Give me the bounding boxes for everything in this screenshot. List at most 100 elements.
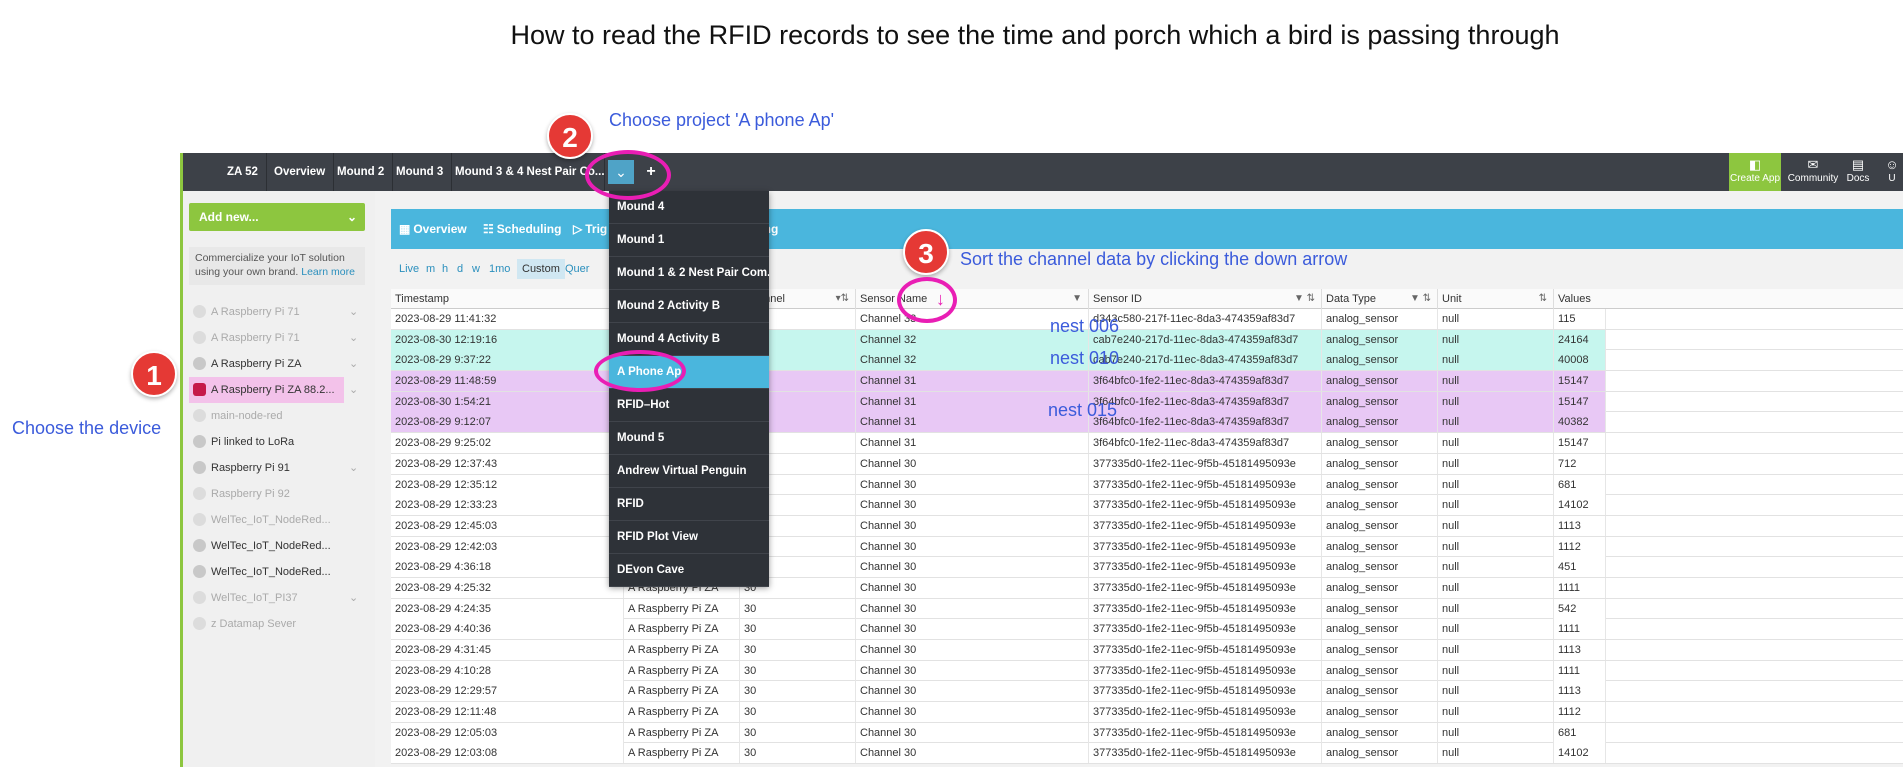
tab-mound2[interactable]: Mound 2 — [329, 153, 394, 191]
device-icon — [193, 331, 206, 344]
range-w[interactable]: w — [472, 259, 480, 279]
chevron-down-icon[interactable]: ⌄ — [349, 455, 358, 481]
chevron-down-icon[interactable]: ⌄ — [349, 585, 358, 611]
chevron-down-icon[interactable]: ⌄ — [349, 325, 358, 351]
range-d[interactable]: d — [457, 259, 463, 279]
dropdown-project-item[interactable]: Andrew Virtual Penguin — [609, 455, 769, 488]
device-item[interactable]: A Raspberry Pi 71 ⌄ — [189, 325, 365, 351]
device-item[interactable]: Raspberry Pi 92 — [189, 481, 365, 507]
th-timestamp[interactable]: Timestamp — [391, 289, 624, 309]
app-window: ZA 52 Overview Mound 2 Mound 3 Mound 3 &… — [180, 153, 1903, 767]
user-button[interactable]: ☺ U — [1878, 153, 1903, 191]
table-row[interactable]: 2023-08-29 4:40:36 A Raspberry Pi ZA 30 Cha… — [391, 619, 1903, 640]
chevron-down-icon[interactable]: ⌄ — [349, 351, 358, 377]
cell-unit: null — [1438, 391, 1554, 412]
cell-sensor-name: Channel 30 — [856, 640, 1089, 660]
community-button[interactable]: ✉ Community — [1787, 153, 1839, 191]
learn-more-link[interactable]: Learn more — [301, 266, 355, 278]
table-row[interactable]: 2023-08-29 12:11:48 A Raspberry Pi ZA 30 Ch… — [391, 702, 1903, 723]
device-icon — [193, 513, 206, 526]
device-item[interactable]: A Raspberry Pi 71 ⌄ — [189, 299, 365, 325]
chevron-down-icon[interactable]: ⌄ — [349, 299, 358, 325]
device-label: WelTec_IoT_NodeRed... — [211, 566, 331, 578]
device-item[interactable]: main-node-red — [189, 403, 365, 429]
device-label: z Datamap Sever — [211, 618, 296, 630]
subtab-scheduling[interactable]: ☷ Scheduling — [483, 209, 561, 249]
table-row[interactable]: 2023-08-29 12:03:08 A Raspberry Pi ZA 30 Ch… — [391, 743, 1903, 765]
create-app-button[interactable]: ◧ Create App — [1729, 153, 1781, 191]
cell-sensor-name: Channel 30 — [856, 619, 1089, 640]
cell-value: 1113 — [1554, 640, 1606, 660]
cell-channel: 30 — [740, 640, 856, 660]
range-live[interactable]: Live — [399, 259, 419, 279]
sort-icon[interactable]: ⇅ — [1539, 289, 1547, 309]
sort-icon[interactable]: ▼ ⇅ — [1410, 289, 1431, 309]
device-item[interactable]: A Raspberry Pi ZA 88.2... ⌄ — [189, 377, 358, 403]
range-1mo[interactable]: 1mo — [489, 259, 510, 279]
th-unit[interactable]: Unit ⇅ — [1438, 289, 1554, 309]
device-icon — [193, 591, 206, 604]
device-item[interactable]: Raspberry Pi 91 ⌄ — [189, 455, 365, 481]
th-unit-label: Unit — [1442, 293, 1462, 305]
cell-value: 40008 — [1554, 350, 1606, 371]
cell-timestamp: 2023-08-29 12:03:08 — [391, 743, 624, 764]
th-data-type[interactable]: Data Type ▼ ⇅ — [1322, 289, 1438, 309]
dropdown-project-item[interactable]: RFID–Hot — [609, 389, 769, 422]
cell-data-type: analog_sensor — [1322, 391, 1438, 412]
device-label: WelTec_IoT_NodeRed... — [211, 540, 331, 552]
filter-icon[interactable]: ▼ — [1072, 289, 1082, 309]
th-values[interactable]: Values — [1554, 289, 1903, 309]
range-m[interactable]: m — [426, 259, 435, 279]
device-item[interactable]: WelTec_IoT_NodeRed... — [189, 533, 365, 559]
sort-down-arrow-icon[interactable]: ▾⇅ — [836, 289, 849, 309]
dropdown-project-item[interactable]: Mound 1 — [609, 224, 769, 257]
th-sensor-id[interactable]: Sensor ID ▼ ⇅ — [1089, 289, 1322, 309]
dropdown-project-item[interactable]: RFID Plot View — [609, 521, 769, 554]
tab-za52[interactable]: ZA 52 — [219, 153, 267, 191]
cell-timestamp: 2023-08-29 9:37:22 — [391, 350, 624, 371]
th-sensor-name[interactable]: Sensor Name ▼ — [856, 289, 1089, 309]
cell-unit: null — [1438, 453, 1554, 474]
cell-sensor-name: Channel 30 — [856, 515, 1089, 536]
add-new-button[interactable]: Add new... ⌄ — [189, 203, 365, 231]
user-icon: ☺ — [1885, 157, 1899, 172]
subtab-triggers[interactable]: ▷ Trig — [573, 209, 607, 249]
docs-button[interactable]: ▤ Docs — [1843, 153, 1873, 191]
sort-icon[interactable]: ▼ ⇅ — [1294, 289, 1315, 309]
dropdown-project-item[interactable]: Mound 1 & 2 Nest Pair Com... — [609, 257, 769, 290]
device-item[interactable]: z Datamap Sever — [189, 611, 365, 637]
table-row[interactable]: 2023-08-29 12:29:57 A Raspberry Pi ZA 30 Ch… — [391, 681, 1903, 703]
range-query[interactable]: Quer — [565, 259, 589, 279]
device-item[interactable]: WelTec_IoT_NodeRed... — [189, 507, 365, 533]
dropdown-project-item[interactable]: Mound 2 Activity B — [609, 290, 769, 323]
tab-mound3[interactable]: Mound 3 — [388, 153, 453, 191]
table-row[interactable]: 2023-08-29 12:05:03 A Raspberry Pi ZA 30 Ch… — [391, 722, 1903, 744]
tab-overview[interactable]: Overview — [266, 153, 335, 191]
table-row[interactable]: 2023-08-29 4:10:28 A Raspberry Pi ZA 30 Cha… — [391, 660, 1903, 682]
step-marker-3: 3 — [903, 229, 949, 275]
cell-value: 1111 — [1554, 660, 1606, 681]
cell-value: 1111 — [1554, 619, 1606, 640]
table-row[interactable]: 2023-08-29 4:24:35 A Raspberry Pi ZA 30 Cha… — [391, 598, 1903, 620]
device-item[interactable]: A Raspberry Pi ZA ⌄ — [189, 351, 365, 377]
device-item[interactable]: Pi linked to LoRa — [189, 429, 365, 455]
device-item[interactable]: WelTec_IoT_NodeRed... — [189, 559, 365, 585]
device-label: A Raspberry Pi 71 — [211, 306, 300, 318]
dropdown-project-item[interactable]: RFID — [609, 488, 769, 521]
cell-timestamp: 2023-08-29 12:33:23 — [391, 495, 624, 516]
chevron-down-icon[interactable]: ⌄ — [349, 377, 358, 403]
subtab-overview[interactable]: ▦ Overview — [399, 209, 467, 249]
dropdown-project-item[interactable]: Mound 5 — [609, 422, 769, 455]
table-row[interactable]: 2023-08-29 4:31:45 A Raspberry Pi ZA 30 Cha… — [391, 640, 1903, 661]
device-item[interactable]: WelTec_IoT_PI37 ⌄ — [189, 585, 365, 611]
th-data-type-label: Data Type — [1326, 293, 1376, 305]
cell-channel: 30 — [740, 743, 856, 764]
promo-box: Commercialize your IoT solution using yo… — [189, 247, 365, 285]
dropdown-project-item[interactable]: DEvon Cave — [609, 554, 769, 587]
cell-device: A Raspberry Pi ZA — [624, 722, 740, 743]
tab-mound3-4-nest-pair[interactable]: Mound 3 & 4 Nest Pair Co... — [447, 153, 605, 191]
range-custom[interactable]: Custom — [517, 259, 565, 279]
cell-sensor-id: 377335d0-1fe2-11ec-9f5b-45181495093e — [1089, 619, 1322, 640]
cell-data-type: analog_sensor — [1322, 515, 1438, 536]
range-h[interactable]: h — [442, 259, 448, 279]
